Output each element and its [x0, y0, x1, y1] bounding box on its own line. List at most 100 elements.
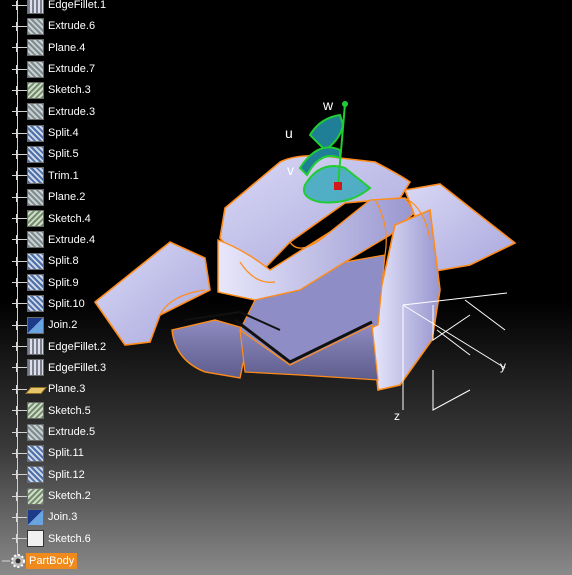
split-icon — [27, 252, 44, 270]
expand-toggle-icon[interactable] — [12, 320, 21, 330]
feature-icon — [27, 103, 44, 121]
tree-node[interactable]: Join.2 — [12, 316, 79, 334]
tree-node-label: Extrude.5 — [48, 426, 96, 438]
expand-toggle-icon[interactable] — [12, 427, 21, 437]
gear-icon — [2, 554, 25, 568]
tree-node[interactable]: Sketch.2 — [12, 487, 93, 505]
tree-node[interactable]: Extrude.4 — [12, 231, 97, 249]
tree-node[interactable]: Trim.1 — [12, 167, 81, 185]
expand-toggle-icon[interactable] — [12, 299, 21, 309]
partbody-label: PartBody — [26, 553, 78, 569]
split-icon — [27, 145, 44, 163]
tree-node[interactable]: Extrude.3 — [12, 103, 97, 121]
tree-node-label: Join.2 — [48, 319, 78, 332]
tree-node[interactable]: EdgeFillet.2 — [12, 338, 108, 356]
tree-node[interactable]: Plane.4 — [12, 39, 87, 57]
tree-node[interactable]: Split.12 — [12, 466, 87, 484]
tree-node[interactable]: Split.9 — [12, 274, 81, 292]
tree-node-label: Extrude.3 — [48, 105, 96, 118]
tree-node-label: Sketch.3 — [48, 84, 91, 97]
expand-toggle-icon[interactable] — [12, 491, 21, 501]
axis-z-label: z — [394, 409, 400, 423]
expand-toggle-icon[interactable] — [12, 512, 21, 522]
expand-toggle-icon[interactable] — [12, 342, 21, 352]
tree-node-label: Split.8 — [48, 255, 79, 268]
tree-node-label: Split.10 — [48, 297, 85, 310]
tree-node[interactable]: Sketch.6 — [12, 530, 93, 548]
feature-icon — [27, 423, 44, 441]
tree-node-label: EdgeFillet.1 — [48, 0, 107, 11]
tree-node-label: Sketch.5 — [48, 404, 91, 417]
expand-toggle-icon[interactable] — [12, 256, 21, 266]
fillet-icon — [27, 0, 44, 14]
feature-icon — [27, 231, 44, 249]
expand-toggle-icon[interactable] — [12, 171, 21, 181]
tree-node-label: Split.4 — [48, 127, 79, 140]
tree-node[interactable]: Split.5 — [12, 145, 81, 163]
tree-root-partbody[interactable]: PartBody — [2, 552, 78, 570]
tree-node-label: Extrude.7 — [48, 63, 96, 76]
tree-node[interactable]: Split.4 — [12, 124, 81, 142]
expand-toggle-icon[interactable] — [12, 0, 21, 10]
feature-icon — [27, 60, 44, 78]
tree-node[interactable]: Sketch.4 — [12, 210, 93, 228]
plane-icon — [27, 381, 44, 398]
expand-toggle-icon[interactable] — [12, 149, 21, 159]
sketch-icon — [27, 210, 44, 227]
tree-node[interactable]: Plane.3 — [12, 380, 87, 398]
tree-node-label: Extrude.6 — [48, 20, 96, 33]
expand-toggle-icon[interactable] — [12, 470, 21, 480]
tree-node[interactable]: Plane.2 — [12, 188, 87, 206]
expand-toggle-icon[interactable] — [12, 406, 21, 416]
sketch-icon — [27, 530, 44, 548]
sketch-icon — [27, 402, 44, 420]
tree-node[interactable]: Join.3 — [12, 508, 79, 526]
tree-node[interactable]: Sketch.3 — [12, 81, 93, 99]
expand-toggle-icon[interactable] — [12, 384, 21, 394]
fillet-icon — [27, 359, 44, 377]
compass-u-label: u — [285, 125, 293, 141]
tree-node[interactable]: Split.11 — [12, 444, 86, 462]
feature-icon — [27, 39, 44, 57]
tree-node-label: Plane.2 — [48, 191, 86, 204]
split-icon — [27, 167, 44, 185]
expand-toggle-icon[interactable] — [12, 214, 21, 223]
tree-node[interactable]: Sketch.5 — [12, 402, 93, 420]
tree-node[interactable]: EdgeFillet.3 — [12, 359, 108, 377]
expand-toggle-icon[interactable] — [12, 64, 21, 74]
join-icon — [27, 316, 44, 334]
expand-toggle-icon[interactable] — [12, 192, 21, 202]
specification-tree[interactable]: EdgeFillet.1 Extrude.6 Plane.4 Extrude.7 Ske… — [0, 0, 140, 575]
tree-node-label: Join.3 — [48, 511, 78, 524]
expand-toggle-icon[interactable] — [12, 43, 21, 53]
compass-w-label: w — [322, 97, 334, 113]
feature-icon — [27, 17, 44, 35]
axis-y-label: y — [500, 359, 506, 373]
expand-toggle-icon[interactable] — [12, 448, 21, 458]
tree-node[interactable]: Split.8 — [12, 252, 81, 270]
tree-node[interactable]: Split.10 — [12, 295, 87, 313]
tree-node-label: Split.9 — [48, 276, 79, 289]
expand-toggle-icon[interactable] — [12, 363, 21, 373]
sketch-icon — [27, 487, 44, 505]
expand-toggle-icon[interactable] — [12, 21, 21, 31]
3d-viewport[interactable]: w u v y z EdgeFillet.1 Extrude.6 Plane.4 Ex… — [0, 0, 572, 575]
tree-node-label: Sketch.2 — [48, 490, 91, 503]
tree-node[interactable]: EdgeFillet.1 — [12, 0, 108, 14]
expand-toggle-icon[interactable] — [12, 278, 21, 288]
tree-node[interactable]: Extrude.5 — [12, 423, 97, 441]
expand-toggle-icon[interactable] — [12, 128, 21, 138]
tree-node-label: Sketch.6 — [48, 532, 91, 545]
tree-node[interactable]: Extrude.7 — [12, 60, 97, 78]
tree-node-label: Sketch.4 — [48, 212, 91, 225]
expand-toggle-icon[interactable] — [12, 534, 21, 544]
split-icon — [27, 295, 44, 313]
tree-node-label: EdgeFillet.2 — [48, 340, 107, 353]
tree-node-label: EdgeFillet.3 — [48, 361, 107, 374]
expand-toggle-icon[interactable] — [12, 85, 21, 95]
split-icon — [27, 274, 44, 292]
tree-node[interactable]: Extrude.6 — [12, 17, 97, 35]
expand-toggle-icon[interactable] — [12, 235, 21, 245]
tree-node-label: Split.11 — [48, 447, 84, 460]
expand-toggle-icon[interactable] — [12, 107, 21, 117]
